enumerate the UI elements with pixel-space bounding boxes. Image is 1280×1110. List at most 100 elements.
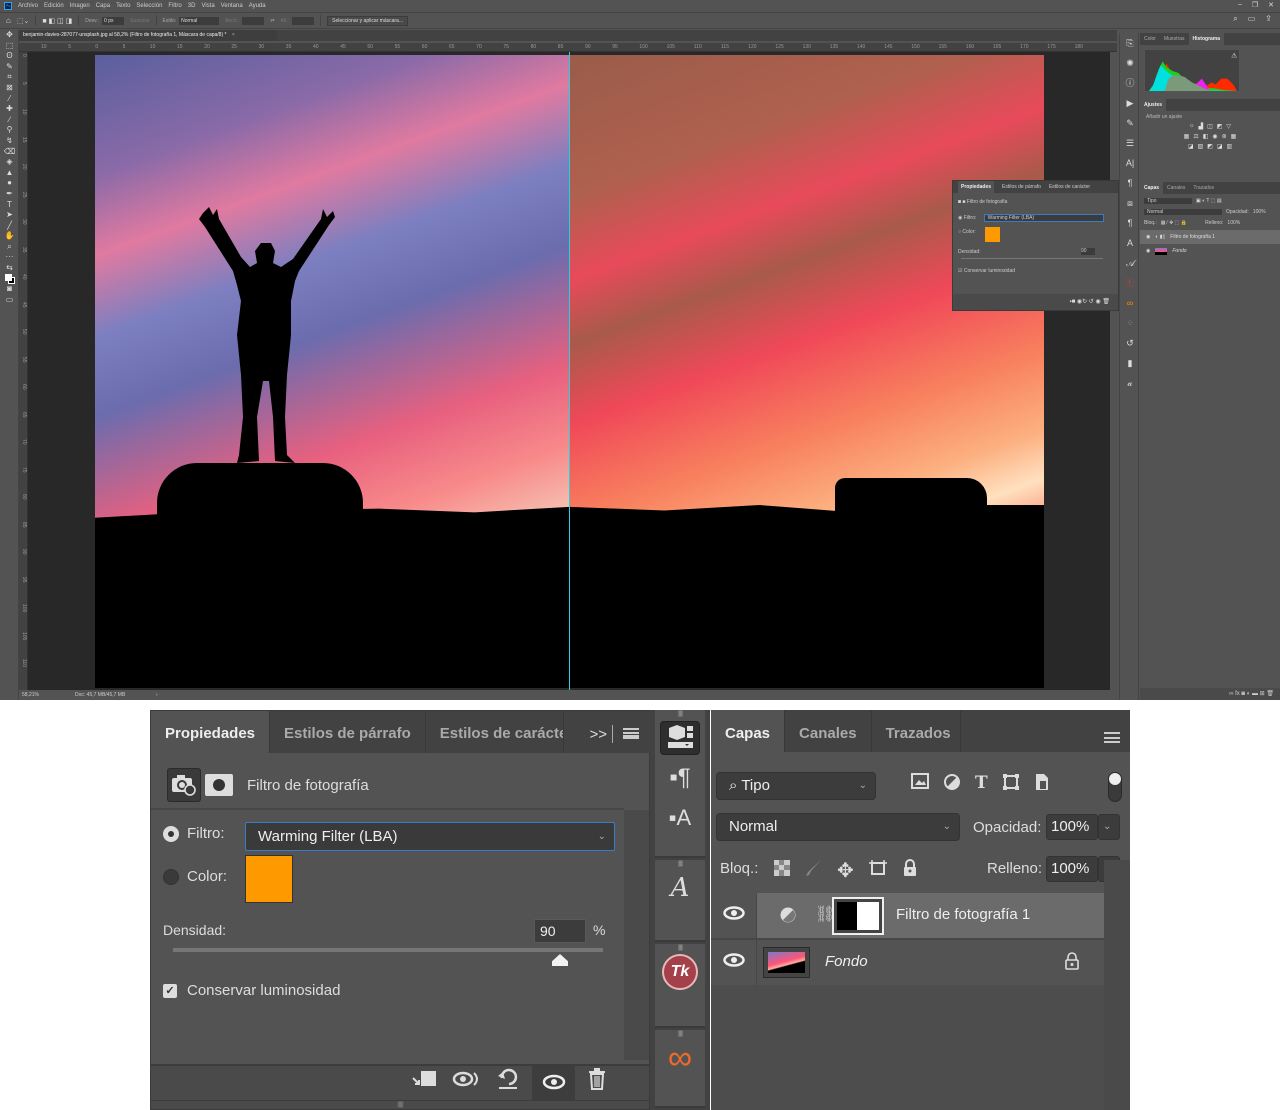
width-input[interactable] [242, 16, 265, 25]
marquee-preset-icon[interactable]: ⬚⌄ [17, 17, 29, 25]
more-tool-icon[interactable]: ··· [0, 252, 19, 263]
line-tool-icon[interactable]: ╱ [0, 221, 19, 232]
tab-properties[interactable]: Propiedades [151, 711, 271, 753]
hand-tool-icon[interactable]: ✋ [0, 231, 19, 242]
stamp-tool-icon[interactable]: ⚲ [0, 125, 19, 136]
properties-scrollbar[interactable] [624, 810, 649, 1060]
eyedropper-tool-icon[interactable]: ⁄ [0, 94, 19, 105]
color-swatch[interactable] [245, 855, 293, 903]
history-icon[interactable]: ⎘ [1120, 33, 1140, 53]
healing-tool-icon[interactable]: ✚ [0, 104, 19, 115]
select-and-mask-button[interactable]: Seleccionar y aplicar máscara... [327, 15, 409, 26]
menu-texto[interactable]: Texto [116, 3, 130, 9]
menu-3d[interactable]: 3D [188, 3, 196, 9]
lock-all-icon[interactable] [902, 859, 918, 882]
bucket-tool-icon[interactable]: ◈ [0, 157, 19, 168]
adjustment-icon[interactable]: ▦ [1231, 133, 1237, 140]
filter-smart-object-icon[interactable] [1034, 773, 1050, 796]
mini-filter-select[interactable]: Warming Filter (LBA) [983, 214, 1104, 222]
tk-plugin-icon[interactable]: ⓣ [1120, 273, 1140, 293]
home-icon[interactable]: ⌂ [6, 16, 11, 25]
mini-layer-row-filter[interactable]: ◉ ◐ ▮▯ Filtro de fotografía 1 [1140, 230, 1280, 244]
adjustment-icon[interactable]: ▟ [1198, 123, 1203, 130]
mini-filter-radio[interactable]: ◉ [958, 215, 962, 221]
height-input[interactable] [292, 16, 315, 25]
adjustment-icon[interactable]: ▥ [1227, 143, 1233, 150]
brush-settings-icon[interactable]: ✺ [1120, 53, 1140, 73]
tk-plugin-icon[interactable]: Tk [655, 952, 705, 992]
marquee-tool-icon[interactable]: ⬚ [0, 41, 19, 52]
lock-pixels-icon[interactable] [805, 859, 823, 882]
adjustment-icon[interactable]: ◩ [1207, 143, 1213, 150]
eraser-tool-icon[interactable]: ⌫ [0, 147, 19, 158]
adjustment-icon[interactable]: ☼ [1189, 123, 1195, 130]
mini-tab-paragraph-styles[interactable]: Estilos de párrafo [1002, 184, 1041, 190]
opacity-input[interactable]: 100% [1046, 814, 1098, 840]
layer-name[interactable]: Fondo [825, 953, 868, 970]
glyphs-icon[interactable]: 𝒜 [1120, 253, 1140, 273]
history-brush-tool-icon[interactable]: ↯ [0, 136, 19, 147]
brushes-icon[interactable]: ✎ [1120, 113, 1140, 133]
style-select[interactable]: Normal [179, 16, 220, 25]
density-input[interactable]: 90 [534, 919, 586, 943]
actions-icon[interactable]: ▶ [1120, 93, 1140, 113]
colors-tool-icon[interactable] [0, 273, 19, 285]
mini-camera-icon[interactable]: ◙ ■ [958, 199, 965, 205]
feather-input[interactable]: 0 px [102, 16, 125, 25]
tab-histogram[interactable]: Histograma [1188, 33, 1225, 45]
lock-transparent-icon[interactable] [773, 859, 791, 882]
guide-line[interactable] [569, 52, 570, 690]
zoom-tool-icon[interactable]: ⌕ [0, 242, 19, 253]
quick-select-tool-icon[interactable]: ✎ [0, 62, 19, 73]
filter-adjustment-icon[interactable] [943, 773, 961, 796]
mini-filter-icons[interactable]: ▣ ◐ T ⬚ ▤ [1196, 198, 1222, 204]
menu-archivo[interactable]: Archivo [18, 3, 38, 9]
filter-select[interactable]: Warming Filter (LBA) ⌄ [245, 822, 615, 851]
swap-dimensions-icon[interactable]: ⇄ [270, 18, 274, 24]
layer-mask-icon[interactable] [205, 774, 233, 796]
layer-kind-filter[interactable]: ⌕ Tipo ⌄ [716, 772, 876, 800]
filter-radio[interactable] [163, 826, 179, 842]
mini-opacity[interactable]: 100% [1253, 209, 1266, 215]
color-radio[interactable] [163, 869, 179, 885]
layers-menu-icon[interactable] [1104, 732, 1120, 743]
blur-tool-icon[interactable]: ▲ [0, 168, 19, 179]
character-styles-icon[interactable]: ▪A [655, 798, 705, 838]
mini-blend-mode[interactable]: Normal [1144, 208, 1222, 215]
tab-paragraph-styles[interactable]: Estilos de párrafo [270, 711, 426, 753]
photo-filter-icon[interactable] [167, 768, 201, 802]
adjustment-icon[interactable]: ◫ [1207, 123, 1213, 130]
menu-ayuda[interactable]: Ayuda [249, 3, 266, 9]
mini-tab-layers[interactable]: Capas [1140, 182, 1164, 194]
mini-fill[interactable]: 100% [1227, 220, 1240, 226]
history-brush-icon[interactable]: ↺ [1120, 333, 1140, 353]
mini-tab-paths[interactable]: Trazados [1189, 182, 1218, 194]
tab-layers[interactable]: Capas [711, 710, 786, 752]
constellation-icon[interactable]: ⁘ [1120, 313, 1140, 333]
menu-imagen[interactable]: Imagen [70, 3, 90, 9]
glyphs-icon[interactable]: A [655, 868, 705, 908]
tab-swatches[interactable]: Muestras [1160, 33, 1189, 45]
swap-colors-tool-icon[interactable]: ⇆ [0, 263, 19, 274]
info-icon[interactable]: ⓘ [1120, 73, 1140, 93]
mini-tab-properties[interactable]: Propiedades [958, 181, 995, 193]
tab-paths[interactable]: Trazados [872, 710, 961, 752]
layer-row-photo-filter[interactable]: ⛓ Filtro de fotografía 1 [711, 893, 1104, 938]
mini-tab-character-styles[interactable]: Estilos de carácter [1049, 184, 1090, 190]
layers-scrollbar[interactable] [1104, 860, 1130, 1110]
lasso-tool-icon[interactable]: ʘ [0, 51, 19, 62]
mini-kind-filter[interactable]: Tipo [1144, 197, 1192, 204]
menu-edicion[interactable]: Edición [44, 3, 64, 9]
panel-menu-icon[interactable] [623, 728, 639, 739]
brush-tool-icon[interactable]: ∕ [0, 115, 19, 126]
share-icon[interactable]: ⇪ [1265, 14, 1272, 24]
document-tab[interactable]: benjamin-davies-287077-unsplash.jpg al 5… [19, 30, 277, 41]
paragraph-icon[interactable]: ¶ [1120, 173, 1140, 193]
mini-layer-row-background[interactable]: ◉ Fondo [1140, 244, 1280, 258]
layers-empty-area[interactable] [711, 985, 1104, 1110]
character-icon[interactable]: A| [1120, 153, 1140, 173]
search-icon[interactable]: ⌕ [1233, 14, 1237, 24]
menu-filtro[interactable]: Filtro [168, 3, 181, 9]
layer-name[interactable]: Filtro de fotografía 1 [896, 906, 1030, 923]
adjustment-icon[interactable]: ◪ [1217, 143, 1223, 150]
